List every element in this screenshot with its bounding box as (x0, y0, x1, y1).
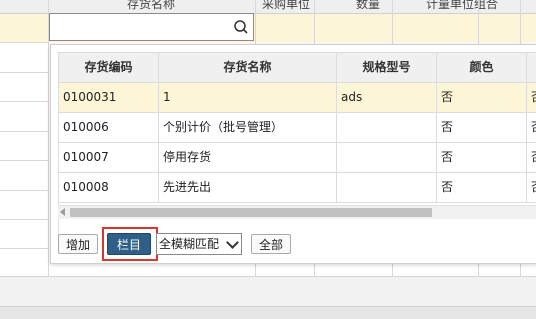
grid-header-col-2: 存货名称 (127, 0, 176, 11)
grid-row-line (0, 160, 48, 161)
cell-extra: 否 (527, 113, 536, 142)
cell-spec (337, 173, 437, 202)
cell-name: 1 (159, 83, 337, 112)
table-header-row: 存货编码 存货名称 规格型号 颜色 (59, 53, 536, 83)
grid-header: 存货名称 采购单位 数量 计量单位组合 (0, 0, 536, 14)
grid-header-col-4: 数量 (356, 0, 381, 11)
cell-code: 010007 (59, 143, 159, 172)
chevron-down-icon (226, 236, 239, 249)
grid-row-line (0, 131, 48, 132)
inventory-search-field[interactable] (49, 13, 254, 41)
cell-spec (337, 113, 437, 142)
table-horizontal-scrollbar[interactable] (58, 205, 536, 219)
highlight-box (102, 227, 158, 261)
grid-footer (0, 276, 536, 307)
search-icon[interactable] (233, 19, 249, 35)
column-header-name[interactable]: 存货名称 (159, 53, 337, 82)
grid-row-line (0, 219, 48, 220)
grid-header-col-3: 采购单位 (262, 0, 311, 11)
column-header-color[interactable]: 颜色 (437, 53, 527, 82)
grid-divider (48, 0, 49, 276)
cell-spec: ads (337, 83, 437, 112)
cell-name: 停用存货 (159, 143, 337, 172)
column-header-spec[interactable]: 规格型号 (337, 53, 437, 82)
inventory-table: 存货编码 存货名称 规格型号 颜色 0100031 1 ads 否 否 0100… (58, 52, 536, 249)
inventory-reference-popup: 存货编码 存货名称 规格型号 颜色 0100031 1 ads 否 否 0100… (50, 44, 536, 264)
grid-row-line (0, 248, 48, 249)
grid-row-line (0, 72, 48, 73)
cell-color: 否 (437, 113, 527, 142)
all-button[interactable]: 全部 (251, 234, 291, 254)
cell-color: 否 (437, 173, 527, 202)
match-mode-value: 全模糊匹配 (159, 237, 220, 251)
table-row[interactable]: 010007 停用存货 否 否 (59, 143, 536, 173)
table-row[interactable]: 0100031 1 ads 否 否 (59, 83, 536, 113)
cell-spec (337, 143, 437, 172)
cell-name: 先进先出 (159, 173, 337, 202)
grid-row-line (0, 101, 48, 102)
cell-name: 个别计价（批号管理） (159, 113, 337, 142)
cell-extra: 否 (527, 83, 536, 112)
cell-code: 0100031 (59, 83, 159, 112)
cell-extra: 否 (527, 173, 536, 202)
match-mode-select[interactable]: 全模糊匹配 (156, 233, 242, 255)
table-row[interactable]: 010008 先进先出 否 否 (59, 173, 536, 203)
table-row[interactable]: 010006 个别计价（批号管理） 否 否 (59, 113, 536, 143)
column-header-code[interactable]: 存货编码 (59, 53, 159, 82)
scroll-left-icon[interactable] (60, 208, 65, 216)
cell-code: 010008 (59, 173, 159, 202)
column-header-extra[interactable] (527, 53, 536, 82)
grid-horizontal-scrollbar[interactable] (0, 306, 536, 319)
scrollbar-thumb[interactable] (70, 208, 432, 217)
cell-extra: 否 (527, 143, 536, 172)
grid-row-line (0, 42, 48, 43)
grid-row-line (0, 190, 48, 191)
cell-code: 010006 (59, 113, 159, 142)
cell-color: 否 (437, 143, 527, 172)
grid-header-col-5: 计量单位组合 (426, 0, 499, 11)
add-button[interactable]: 增加 (58, 234, 98, 254)
inventory-search-input[interactable] (54, 18, 228, 38)
cell-color: 否 (437, 83, 527, 112)
